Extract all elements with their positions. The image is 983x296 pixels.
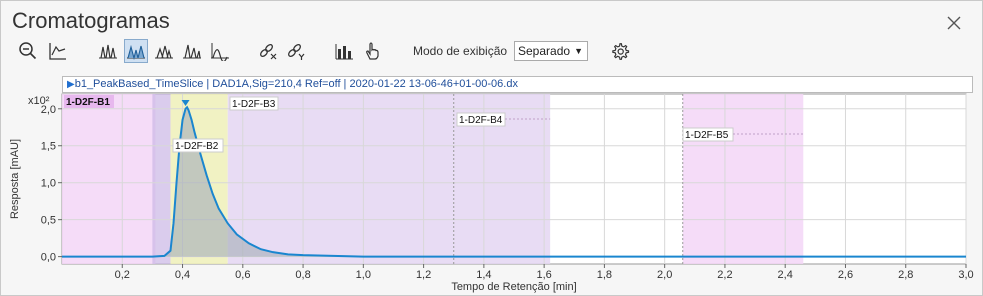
x-tick-label: 0,6 [235,269,250,281]
segment-band[interactable] [227,94,454,264]
x-tick-label: 1,4 [476,269,491,281]
segment-gap-band [152,94,171,264]
x-tick-label: 2,0 [657,269,672,281]
x-tick-label: 0,8 [295,269,310,281]
x-tick-label: 1,6 [536,269,551,281]
segment-label[interactable]: 1-D2F-B3 [232,99,276,110]
x-tick-label: 0,4 [175,269,190,281]
x-tick-label: 1,8 [597,269,612,281]
y-tick-label: 1,5 [41,141,56,153]
y-tick-label: 0,0 [41,252,56,264]
x-tick-label: 0,2 [115,269,130,281]
x-tick-label: 3,0 [958,269,973,281]
segment-label[interactable]: 1-D2F-B1 [66,97,110,108]
y-tick-label: 0,5 [41,215,56,227]
x-tick-label: 2,8 [898,269,913,281]
segment-band[interactable] [62,94,156,264]
x-tick-label: 2,6 [838,269,853,281]
x-tick-label: 1,2 [416,269,431,281]
segment-label[interactable]: 1-D2F-B5 [685,130,729,141]
x-axis-label: Tempo de Retenção [min] [451,281,576,293]
y-tick-label: 1,0 [41,178,56,190]
x-tick-label: 2,2 [717,269,732,281]
segment-label[interactable]: 1-D2F-B4 [459,115,503,126]
y-multiplier-label: x10² [28,95,50,107]
y-axis-label: Resposta [mAU] [9,139,21,219]
x-tick-label: 2,4 [778,269,793,281]
chromatogram-chart[interactable]: 1-D2F-B1 1-D2F-B2 1-D2F-B3 1-D2F-B4 1-D2F-B5… [0,0,983,296]
segment-label[interactable]: 1-D2F-B2 [175,141,219,152]
x-tick-label: 1,0 [356,269,371,281]
